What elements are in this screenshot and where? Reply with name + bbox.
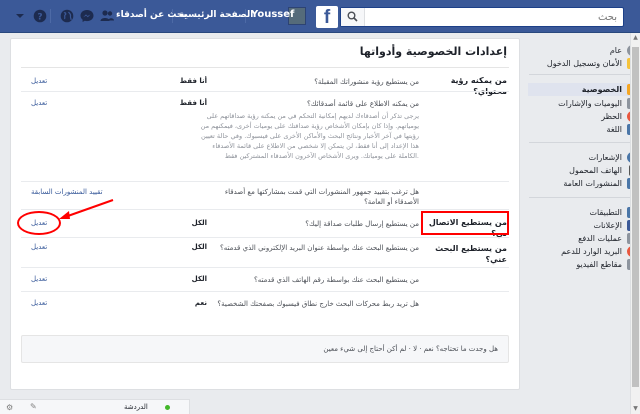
setting-value: أنا فقط <box>179 99 207 107</box>
scroll-down-arrow-icon[interactable]: ▼ <box>631 404 640 414</box>
edit-link[interactable]: تعديل <box>31 299 47 307</box>
scroll-up-arrow-icon[interactable]: ▲ <box>631 33 640 43</box>
sidebar-item-label: البريد الوارد للدعم <box>561 247 622 256</box>
sidebar-item-payments[interactable]: عمليات الدفع <box>528 232 640 245</box>
setting-value: أنا فقط <box>179 77 207 85</box>
divider <box>21 181 509 182</box>
highlight-box <box>421 211 509 235</box>
divider <box>529 197 637 198</box>
sidebar-item-ads[interactable]: الإعلانات <box>528 219 640 232</box>
gear-icon[interactable]: ⚙ <box>6 403 13 412</box>
online-status-icon <box>165 405 170 410</box>
sidebar-item-label: الهاتف المحمول <box>569 166 622 175</box>
sidebar-item-notifications[interactable]: الإشعارات <box>528 151 640 164</box>
divider <box>21 291 509 292</box>
sidebar-item-label: الأمان وتسجيل الدخول <box>546 59 622 68</box>
section-label-who-can-see: من يمكنه رؤية محتواي؟ <box>450 76 507 96</box>
account-menu-chevron-down-icon[interactable] <box>12 8 28 24</box>
find-friends-link[interactable]: بحث عن أصدقاء <box>116 10 187 20</box>
scrollbar-thumb[interactable] <box>632 47 639 387</box>
feedback-box: هل وجدت ما تحتاجه؟ نعم · لا · لم أكن أحت… <box>21 335 509 363</box>
top-navigation-bar: f Youssef الصفحة الرئيسية بحث عن أصدقاء <box>0 0 640 33</box>
sidebar-item-label: الخصوصية <box>581 85 622 94</box>
edit-link[interactable]: تعديل <box>31 243 47 251</box>
sidebar-item-label: مقاطع الفيديو <box>576 260 622 269</box>
sidebar-item-support-inbox[interactable]: البريد الوارد للدعم <box>528 245 640 258</box>
setting-value: الكل <box>191 243 207 251</box>
setting-question: هل تريد ربط محركات البحث خارج نطاق فيسبو… <box>217 300 419 308</box>
divider <box>50 9 51 23</box>
edit-link[interactable]: تعديل <box>31 99 47 107</box>
svg-text:?: ? <box>37 13 42 23</box>
sidebar-item-label: عمليات الدفع <box>578 234 622 243</box>
red-arrow-icon <box>59 199 114 219</box>
limit-past-posts-link[interactable]: تقييد المنشورات السابقة <box>31 187 141 197</box>
sidebar-item-videos[interactable]: مقاطع الفيديو <box>528 258 640 271</box>
sidebar-item-blocking[interactable]: الحظر <box>528 110 640 123</box>
setting-value: الكل <box>191 275 207 283</box>
home-link[interactable]: الصفحة الرئيسية <box>179 10 253 20</box>
globe-notifications-icon[interactable] <box>59 8 75 24</box>
sidebar-item-public-posts[interactable]: المنشورات العامة <box>528 177 640 190</box>
sidebar-item-apps[interactable]: التطبيقات <box>528 206 640 219</box>
chat-label[interactable]: الدردشة <box>124 403 148 411</box>
sidebar-item-label: الإعلانات <box>593 221 622 230</box>
edit-link[interactable]: تعديل <box>31 275 47 283</box>
sidebar-item-general[interactable]: عام <box>528 44 640 57</box>
sidebar-item-security[interactable]: الأمان وتسجيل الدخول <box>528 57 640 70</box>
setting-question: من يستطيع إرسال طلبات صداقة إليك؟ <box>305 220 419 228</box>
search-input[interactable] <box>373 8 623 26</box>
sidebar-item-label: اللغة <box>606 125 622 134</box>
divider <box>21 267 509 268</box>
sidebar-item-label: المنشورات العامة <box>563 179 622 188</box>
sidebar-item-label: الإشعارات <box>588 153 622 162</box>
setting-question: من يستطيع البحث عنك بواسطة رقم الهاتف ال… <box>253 276 419 284</box>
feedback-text[interactable]: هل وجدت ما تحتاجه؟ نعم · لا · لم أكن أحت… <box>323 345 498 353</box>
divider <box>529 142 637 143</box>
scrollbar[interactable]: ▲ ▼ <box>630 33 640 414</box>
divider <box>21 237 509 238</box>
setting-question: هل ترغب بتقييد جمهور المنشورات التي قمت … <box>224 188 419 206</box>
search-button[interactable] <box>341 8 365 26</box>
setting-description: يرجى تذكر أن أصدقاءك لديهم إمكانية التحك… <box>200 112 419 160</box>
sidebar-item-language[interactable]: اللغة <box>528 123 640 136</box>
friend-requests-icon[interactable] <box>99 8 115 24</box>
divider <box>21 67 509 68</box>
divider <box>21 91 509 92</box>
sidebar-item-label: الحظر <box>601 112 622 121</box>
divider <box>529 74 637 75</box>
help-icon[interactable]: ? <box>32 8 48 24</box>
search-box[interactable] <box>340 7 624 27</box>
compose-icon[interactable]: ✎ <box>30 402 37 411</box>
sidebar-item-label: عام <box>609 46 622 55</box>
page-title: إعدادات الخصوصية وأدواتها <box>359 45 507 58</box>
privacy-settings-panel: إعدادات الخصوصية وأدواتها من يمكنه رؤية … <box>10 38 520 390</box>
setting-question: من يستطيع رؤية منشوراتك المقبلة؟ <box>314 78 419 86</box>
setting-value: الكل <box>191 219 207 227</box>
profile-name-link[interactable]: Youssef <box>251 9 294 20</box>
sidebar-item-timeline[interactable]: اليوميات والإشارات <box>528 97 640 110</box>
sidebar-item-mobile[interactable]: الهاتف المحمول <box>528 164 640 177</box>
facebook-logo-icon[interactable]: f <box>316 6 338 28</box>
section-label-who-can-find: من يستطيع البحث عني؟ <box>435 244 507 264</box>
edit-link[interactable]: تعديل <box>31 77 47 85</box>
sidebar-item-label: اليوميات والإشارات <box>558 99 622 108</box>
messages-icon[interactable] <box>79 8 95 24</box>
setting-value: نعم <box>194 299 207 307</box>
setting-question: من يمكنه الاطلاع على قائمة أصدقائك؟ <box>307 100 419 108</box>
chat-bar[interactable]: ⚙ ✎ الدردشة <box>0 399 190 414</box>
search-icon <box>347 11 358 22</box>
sidebar-item-label: التطبيقات <box>589 208 622 217</box>
setting-question: من يستطيع البحث عنك بواسطة عنوان البريد … <box>220 244 419 252</box>
sidebar-item-privacy[interactable]: الخصوصية <box>528 83 640 96</box>
